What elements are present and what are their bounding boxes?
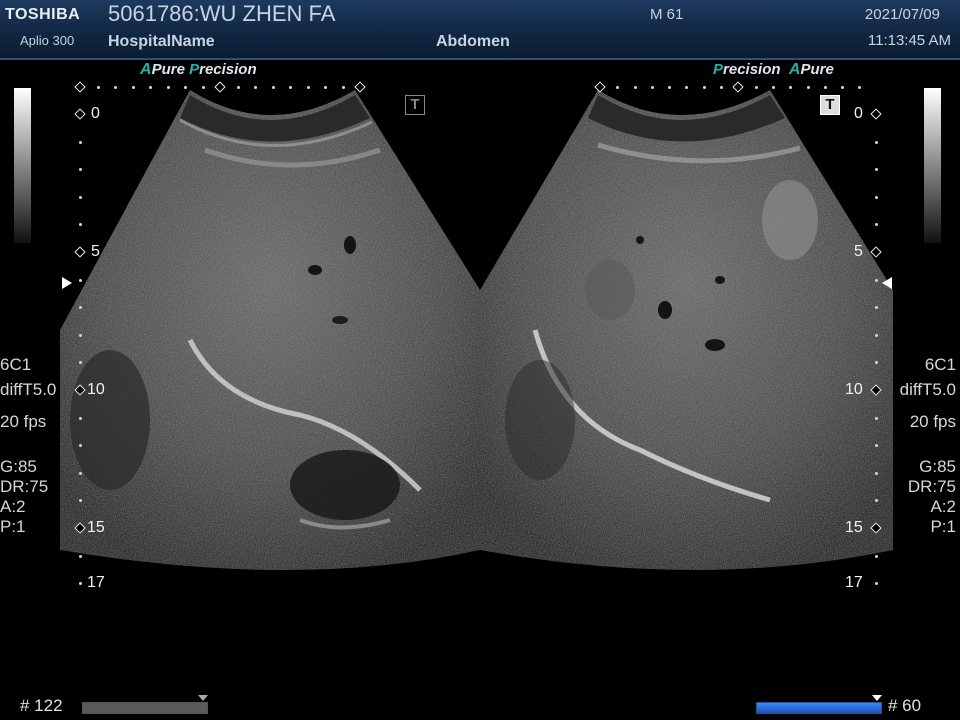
dr-label-left: DR:75 — [0, 477, 49, 496]
fps-label-right: 20 fps — [909, 412, 956, 431]
scale-dot — [875, 279, 878, 282]
scale-dot — [114, 86, 117, 89]
scale-dot — [875, 196, 878, 199]
scale-dot — [858, 86, 861, 89]
ultrasound-images — [60, 90, 893, 570]
focus-marker-left-icon — [62, 277, 72, 289]
frame-counter-right: # 60 — [888, 696, 922, 715]
scale-dot — [807, 86, 810, 89]
scale-dot — [875, 223, 878, 226]
tag-left-icon: T — [405, 95, 425, 115]
scale-dot — [324, 86, 327, 89]
scale-dot — [79, 555, 82, 558]
scale-dot — [875, 168, 878, 171]
depth-label-left: 15 — [87, 519, 105, 536]
depth-label-left: 10 — [87, 381, 105, 398]
scale-dot — [79, 472, 82, 475]
scale-dot — [79, 444, 82, 447]
focus-marker-right-icon — [882, 277, 892, 289]
scale-dot — [875, 306, 878, 309]
depth-label-right: 0 — [854, 105, 863, 122]
left-image — [60, 90, 480, 570]
a-label-left: A:2 — [0, 497, 26, 516]
right-image — [480, 90, 893, 570]
tag-right-icon: T — [820, 95, 840, 115]
cine-bar-right-fill — [757, 703, 881, 713]
depth-label-right: 5 — [854, 243, 863, 260]
scale-dot — [875, 499, 878, 502]
p-label-right: P:1 — [930, 517, 956, 536]
filter-label-left: diffT5.0 — [0, 380, 57, 399]
scale-dot — [772, 86, 775, 89]
scale-dot — [132, 86, 135, 89]
scale-dot — [79, 334, 82, 337]
scale-dot — [755, 86, 758, 89]
gain-label-right: G:85 — [919, 457, 956, 476]
scale-dot — [184, 86, 187, 89]
scale-dot — [254, 86, 257, 89]
mode-label-right: Precision APure — [713, 61, 834, 78]
depth-label-right: 17 — [845, 574, 863, 591]
scale-dot — [79, 499, 82, 502]
scale-dot — [824, 86, 827, 89]
scale-dot — [875, 555, 878, 558]
scale-dot — [685, 86, 688, 89]
scale-dot — [167, 86, 170, 89]
gain-label-left: G:85 — [0, 457, 37, 476]
scale-dot — [875, 361, 878, 364]
scale-dot — [97, 86, 100, 89]
scale-dot — [789, 86, 792, 89]
scale-dot — [79, 196, 82, 199]
cine-bar-left-fill — [83, 703, 207, 713]
probe-label-right: 6C1 — [924, 355, 956, 374]
scale-dot — [634, 86, 637, 89]
scale-dot — [289, 86, 292, 89]
mode-label-left: APure Precision — [140, 61, 257, 78]
depth-label-left: 17 — [87, 574, 105, 591]
scale-dot — [875, 472, 878, 475]
depth-label-left: 0 — [91, 105, 100, 122]
dr-label-right: DR:75 — [907, 477, 956, 496]
scale-dot — [79, 168, 82, 171]
scale-dot — [875, 141, 878, 144]
scale-dot — [651, 86, 654, 89]
scale-dot — [79, 279, 82, 282]
depth-label-right: 10 — [845, 381, 863, 398]
scale-dot — [875, 334, 878, 337]
fps-label-left: 20 fps — [0, 412, 47, 431]
cine-marker-left-icon[interactable] — [198, 695, 208, 701]
scale-dot — [720, 86, 723, 89]
p-label-left: P:1 — [0, 517, 26, 536]
scale-dot — [703, 86, 706, 89]
scale-dot — [149, 86, 152, 89]
scale-dot — [616, 86, 619, 89]
scale-dot — [875, 444, 878, 447]
scale-dot — [79, 141, 82, 144]
scale-dot — [875, 582, 878, 585]
cine-marker-right-icon[interactable] — [872, 695, 882, 701]
scale-dot — [79, 223, 82, 226]
scale-dot — [841, 86, 844, 89]
filter-label-right: diffT5.0 — [899, 380, 956, 399]
probe-label-left: 6C1 — [0, 355, 32, 374]
grayscale-bar-right — [924, 88, 941, 243]
scale-dot — [342, 86, 345, 89]
scale-dot — [272, 86, 275, 89]
scale-dot — [79, 361, 82, 364]
grayscale-bar-left — [14, 88, 31, 243]
scale-dot — [202, 86, 205, 89]
scale-dot — [668, 86, 671, 89]
scale-dot — [79, 306, 82, 309]
cine-bar-right[interactable] — [756, 702, 882, 714]
scale-dot — [79, 417, 82, 420]
scale-dot — [307, 86, 310, 89]
a-label-right: A:2 — [930, 497, 956, 516]
cine-bar-left[interactable] — [82, 702, 208, 714]
scale-dot — [875, 417, 878, 420]
depth-label-right: 15 — [845, 519, 863, 536]
scale-dot — [79, 582, 82, 585]
scale-dot — [237, 86, 240, 89]
frame-counter-left: # 122 — [20, 696, 63, 715]
depth-label-left: 5 — [91, 243, 100, 260]
